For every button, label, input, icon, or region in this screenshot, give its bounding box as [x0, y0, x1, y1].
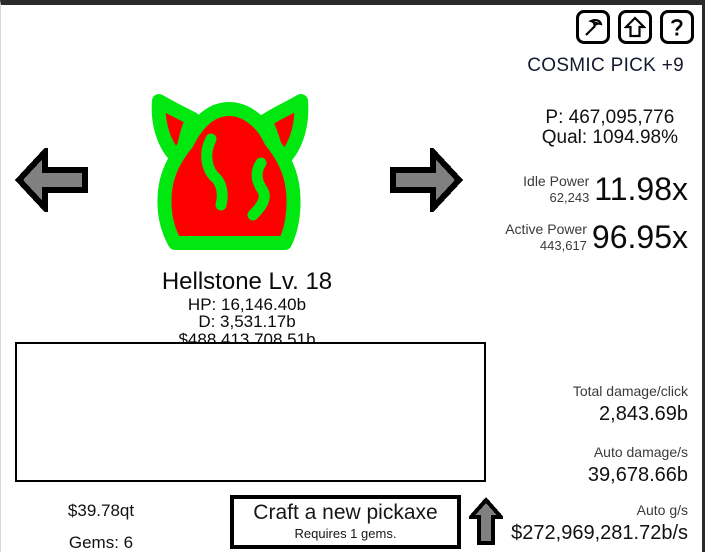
auto-damage-per-second-label: Auto damage/s: [593, 444, 688, 460]
auto-gold-per-second-label: Auto g/s: [636, 502, 688, 518]
arrow-up-icon: [466, 496, 506, 551]
monster-damage: D: 3,531.17b: [198, 312, 296, 332]
auto-damage-per-second-stat: Auto damage/s 39,678.66b: [588, 444, 688, 488]
auto-gold-per-second-value: $272,969,281.72b/s: [511, 521, 688, 544]
pickaxe-icon-button[interactable]: [576, 10, 610, 44]
arrow-left-icon: [14, 144, 89, 216]
next-monster-arrow[interactable]: [389, 144, 464, 217]
wallet: $39.78qt Gems: 6: [21, 495, 181, 552]
craft-new-pickaxe-button[interactable]: Craft a new pickaxe Requires 1 gems.: [230, 495, 461, 549]
arrow-right-icon: [389, 144, 464, 216]
weapon-power-line: P: 467,095,776: [545, 107, 675, 128]
monster-hp: HP: 16,146.40b: [187, 294, 307, 314]
pickaxe-icon: [582, 16, 604, 38]
auto-gold-per-second-stat: Auto g/s $272,969,281.72b/s: [511, 502, 688, 546]
weapon-title: COSMIC PICK +9: [527, 55, 684, 76]
monster-name: Hellstone Lv. 18: [161, 268, 333, 295]
wallet-money: $39.78qt: [67, 501, 135, 520]
toolbar: [576, 10, 694, 44]
upgrade-arrow-icon-button[interactable]: [618, 10, 652, 44]
wallet-gems: Gems: 6: [68, 533, 134, 552]
active-power-label: Active Power: [505, 221, 587, 238]
craft-button-label: Craft a new pickaxe: [253, 500, 438, 524]
active-power-labels: Active Power 443,617: [505, 221, 587, 253]
active-power-block: Active Power 443,617 96.95x: [505, 221, 688, 253]
total-damage-per-click-value: 2,843.69b: [599, 402, 688, 425]
idle-power-block: Idle Power 62,243 11.98x: [523, 173, 688, 205]
weapon-stats: P: 467,095,776 Qual: 1094.98%: [541, 107, 678, 149]
weapon-quality-line: Qual: 1094.98%: [541, 127, 678, 149]
auto-damage-per-second-value: 39,678.66b: [587, 463, 688, 486]
idle-power-value: 62,243: [549, 189, 590, 205]
monster-info: Hellstone Lv. 18 HP: 16,146.40b D: 3,531…: [1, 268, 493, 348]
total-damage-per-click-label: Total damage/click: [572, 383, 688, 399]
active-power-multiplier: 96.95x: [591, 219, 688, 255]
idle-power-label: Idle Power: [523, 173, 590, 190]
help-question-icon: [666, 16, 688, 38]
total-damage-per-click-stat: Total damage/click 2,843.69b: [573, 383, 688, 427]
active-power-value: 443,617: [539, 237, 587, 253]
combat-log-panel[interactable]: [15, 342, 486, 482]
craft-upgrade-arrow-button[interactable]: [466, 496, 506, 552]
idle-power-multiplier: 11.98x: [594, 171, 688, 207]
help-question-icon-button[interactable]: [660, 10, 694, 44]
previous-monster-arrow[interactable]: [14, 144, 89, 217]
upgrade-arrow-icon: [624, 16, 646, 38]
idle-power-labels: Idle Power 62,243: [523, 173, 589, 205]
hellstone-monster-sprite[interactable]: [135, 79, 325, 276]
craft-button-requirement: Requires 1 gems.: [294, 525, 397, 541]
game-window: COSMIC PICK +9 P: 467,095,776 Qual: 1094…: [0, 0, 705, 552]
